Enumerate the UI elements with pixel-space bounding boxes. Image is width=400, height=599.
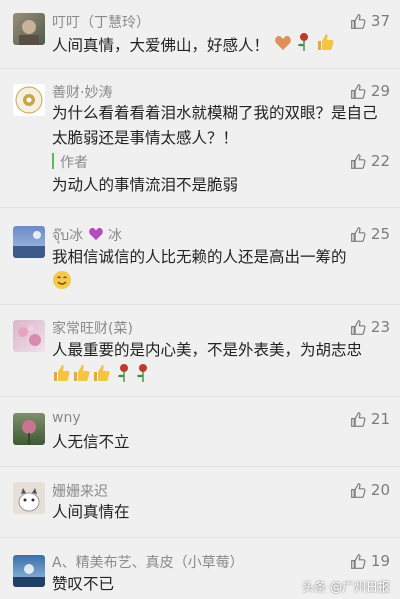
thumbs-up-icon — [351, 482, 366, 498]
like-button[interactable]: 21 — [350, 410, 390, 428]
reply-text: 为动人的事情流泪不是脆弱 — [52, 176, 239, 194]
like-count: 20 — [370, 481, 390, 499]
comment-text: 人最重要的是内心美，不是外表美，为胡志忠 — [52, 338, 392, 391]
comment-text: 人间真情在 — [52, 503, 130, 521]
comment-author[interactable]: 善财·妙涛 — [52, 82, 112, 102]
thumbs-up-emoji-icon — [72, 363, 92, 391]
avatar[interactable] — [13, 555, 45, 587]
avatar[interactable] — [13, 226, 45, 258]
like-button[interactable]: 19 — [350, 552, 390, 570]
comment-text: 人间真情，大爱佛山，好感人！ — [52, 32, 392, 60]
like-count: 19 — [370, 552, 390, 570]
comment-list: 叮叮（丁慧玲） 37 人间真情，大爱佛山，好感人！ 善财·妙涛 29 为什么看着… — [0, 0, 400, 599]
avatar[interactable] — [13, 84, 45, 116]
comment-text: 人无信不立 — [52, 433, 130, 451]
comment-author[interactable]: จุ๊บ冰 冰 — [52, 225, 122, 247]
reply-like-button[interactable]: 22 — [350, 152, 390, 170]
thumbs-up-emoji-icon — [52, 363, 72, 391]
comment-text: 我相信诚信的人比无赖的人还是高出一筹的 — [52, 245, 392, 298]
rose-icon — [136, 363, 150, 391]
thumbs-up-icon — [351, 226, 366, 242]
like-button[interactable]: 25 — [350, 225, 390, 243]
comment-author[interactable]: wny — [52, 410, 81, 426]
watermark: 头条 @广州日报 — [302, 580, 390, 594]
rose-icon — [117, 363, 131, 391]
comment-author[interactable]: 家常旺财(菜) — [52, 318, 133, 338]
thumbs-up-icon — [351, 319, 366, 335]
comment-author[interactable]: 叮叮（丁慧玲） — [52, 12, 150, 32]
like-count: 29 — [370, 82, 390, 100]
divider — [0, 396, 400, 397]
divider — [0, 207, 400, 208]
divider — [0, 537, 400, 538]
comment-author[interactable]: 姗姗来迟 — [52, 481, 108, 501]
like-button[interactable]: 20 — [350, 481, 390, 499]
smile-icon — [52, 270, 72, 298]
thumbs-up-icon — [351, 553, 366, 569]
reply-author[interactable]: 作者 — [60, 152, 88, 172]
thumbs-up-icon — [351, 411, 366, 427]
comment-text: 为什么看着看着泪水就模糊了我的双眼？是自己太脆弱还是事情太感人？！ — [52, 104, 378, 147]
heart-icon — [88, 227, 104, 245]
reply-indicator — [52, 153, 54, 169]
like-count: 25 — [370, 225, 390, 243]
avatar[interactable] — [13, 482, 45, 514]
avatar[interactable] — [13, 13, 45, 45]
like-count: 22 — [370, 152, 390, 170]
divider — [0, 304, 400, 305]
avatar[interactable] — [13, 320, 45, 352]
avatar[interactable] — [13, 413, 45, 445]
thumbs-up-icon — [351, 153, 366, 169]
like-button[interactable]: 23 — [350, 318, 390, 336]
rose-icon — [297, 32, 311, 60]
thumbs-up-emoji-icon — [92, 363, 112, 391]
thumbs-up-icon — [351, 83, 366, 99]
like-count: 21 — [370, 410, 390, 428]
like-count: 37 — [370, 12, 390, 30]
heart-icon — [274, 34, 292, 59]
like-count: 23 — [370, 318, 390, 336]
thumbs-up-icon — [351, 13, 366, 29]
divider — [0, 466, 400, 467]
like-button[interactable]: 29 — [350, 82, 390, 100]
like-button[interactable]: 37 — [350, 12, 390, 30]
divider — [0, 68, 400, 69]
comment-author[interactable]: A、精美布艺、真皮（小草莓） — [52, 552, 244, 572]
thumbs-up-emoji-icon — [316, 32, 336, 60]
